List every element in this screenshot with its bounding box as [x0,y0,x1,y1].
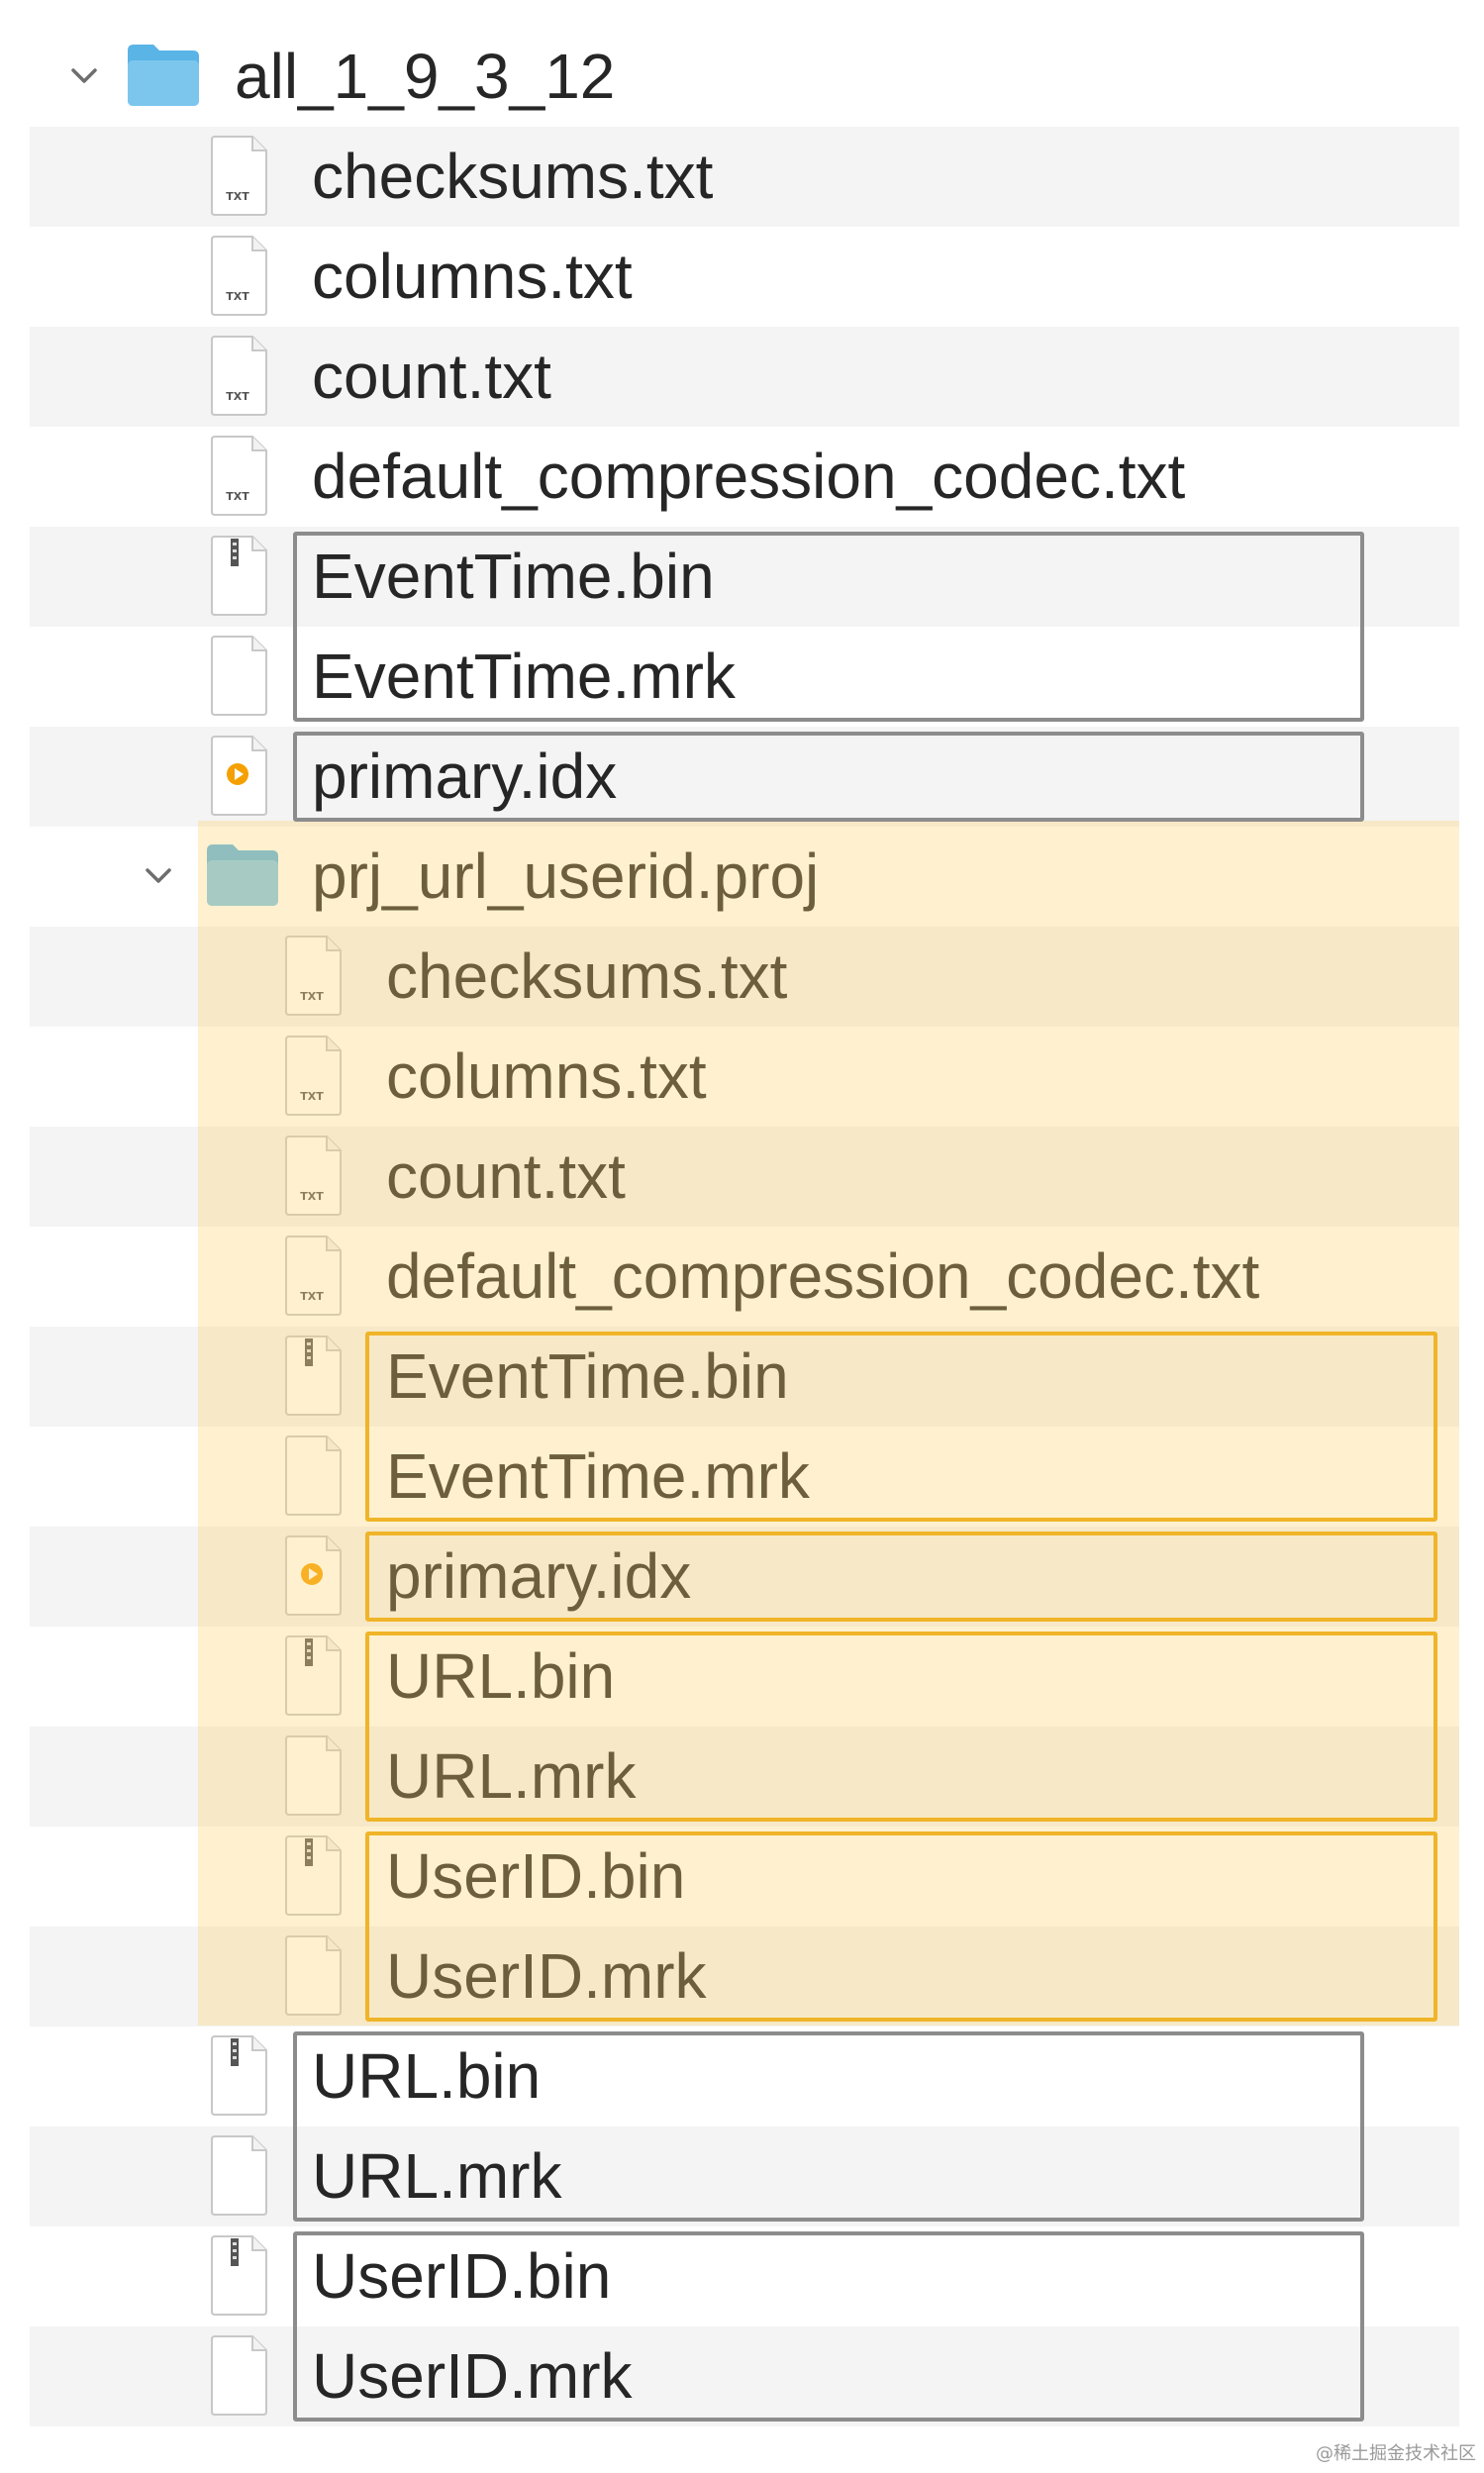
file-row[interactable]: UserID.bin [30,2226,1459,2326]
txt-file-icon: TXT [282,935,346,1016]
item-label: default_compression_codec.txt [386,1240,1260,1312]
item-label: EventTime.bin [312,541,715,612]
item-label: default_compression_codec.txt [312,441,1186,512]
file-row[interactable]: TXT checksums.txt [30,927,1459,1027]
txt-file-icon: TXT [208,435,271,516]
blank-file-icon [208,2134,271,2216]
item-label: all_1_9_3_12 [235,41,616,112]
file-row[interactable]: EventTime.mrk [30,627,1459,727]
item-label: EventTime.mrk [312,641,736,712]
file-row[interactable]: TXT checksums.txt [30,127,1459,227]
txt-file-icon: TXT [208,235,271,316]
archive-file-icon [208,535,271,616]
file-row[interactable]: primary.idx [30,1527,1459,1627]
svg-text:TXT: TXT [300,990,324,1003]
folder-icon [124,41,203,110]
svg-text:TXT: TXT [226,390,249,403]
archive-file-icon [282,1834,346,1916]
folder-row[interactable]: all_1_9_3_12 [30,27,1459,127]
txt-file-icon: TXT [282,1135,346,1216]
blank-file-icon [208,2334,271,2416]
file-row[interactable]: TXT columns.txt [30,1027,1459,1127]
item-label: URL.mrk [312,2140,562,2212]
file-row[interactable]: primary.idx [30,727,1459,827]
archive-file-icon [208,2034,271,2116]
blank-file-icon [282,1934,346,2016]
file-row[interactable]: URL.bin [30,2027,1459,2127]
item-label: checksums.txt [386,940,788,1012]
blank-file-icon [282,1734,346,1816]
archive-file-icon [282,1335,346,1416]
svg-text:TXT: TXT [300,1190,324,1203]
file-row[interactable]: EventTime.mrk [30,1427,1459,1527]
item-label: EventTime.mrk [386,1440,810,1512]
watermark: @稀土掘金技术社区 [1316,2443,1476,2464]
chevron-down-icon[interactable] [144,861,173,891]
file-row[interactable]: URL.bin [30,1627,1459,1727]
file-row[interactable]: EventTime.bin [30,1327,1459,1427]
folder-row[interactable]: prj_url_userid.proj [30,827,1459,927]
file-row[interactable]: TXT default_compression_codec.txt [30,1227,1459,1327]
file-row[interactable]: EventTime.bin [30,527,1459,627]
svg-text:TXT: TXT [300,1290,324,1303]
chevron-down-icon[interactable] [69,61,99,91]
item-label: prj_url_userid.proj [312,841,820,912]
file-tree: all_1_9_3_12 TXT checksums.txt TXT columns.t… [0,0,1484,2473]
item-label: count.txt [386,1140,626,1212]
folder-icon [203,841,282,910]
item-label: primary.idx [386,1540,692,1612]
item-label: primary.idx [312,741,618,812]
media-file-icon [208,735,271,816]
blank-file-icon [282,1434,346,1516]
item-label: columns.txt [386,1040,707,1112]
item-label: UserID.mrk [386,1940,707,2012]
item-label: UserID.mrk [312,2340,633,2412]
archive-file-icon [282,1634,346,1716]
txt-file-icon: TXT [282,1235,346,1316]
item-label: UserID.bin [312,2240,612,2312]
media-file-icon [282,1534,346,1616]
file-row[interactable]: URL.mrk [30,2127,1459,2226]
item-label: EventTime.bin [386,1340,789,1412]
item-label: count.txt [312,341,551,412]
file-row[interactable]: UserID.mrk [30,2326,1459,2426]
svg-text:TXT: TXT [300,1090,324,1103]
file-row[interactable]: UserID.mrk [30,1927,1459,2027]
item-label: checksums.txt [312,141,714,212]
svg-text:TXT: TXT [226,290,249,303]
txt-file-icon: TXT [282,1035,346,1116]
item-label: URL.mrk [386,1740,637,1812]
file-row[interactable]: TXT count.txt [30,327,1459,427]
svg-text:TXT: TXT [226,490,249,503]
item-label: URL.bin [386,1640,616,1712]
file-row[interactable]: TXT count.txt [30,1127,1459,1227]
item-label: URL.bin [312,2040,542,2112]
file-row[interactable]: TXT default_compression_codec.txt [30,427,1459,527]
file-row[interactable]: TXT columns.txt [30,227,1459,327]
item-label: columns.txt [312,241,633,312]
archive-file-icon [208,2234,271,2316]
txt-file-icon: TXT [208,135,271,216]
blank-file-icon [208,635,271,716]
item-label: UserID.bin [386,1840,686,1912]
file-row[interactable]: URL.mrk [30,1727,1459,1827]
svg-text:TXT: TXT [226,190,249,203]
file-row[interactable]: UserID.bin [30,1827,1459,1927]
txt-file-icon: TXT [208,335,271,416]
